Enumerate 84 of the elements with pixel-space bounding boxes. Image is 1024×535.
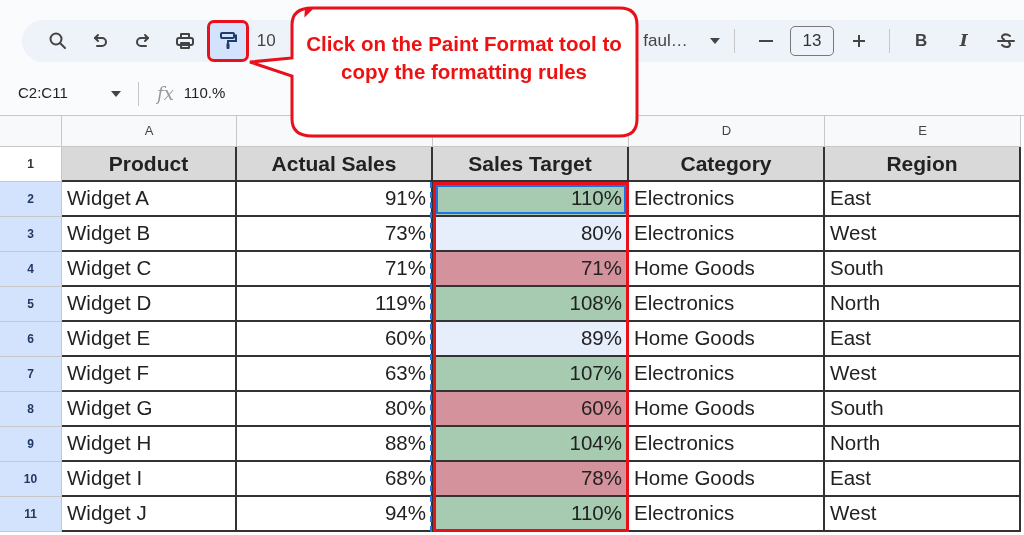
caret-icon[interactable] [708,37,721,45]
paint-format-button[interactable] [210,23,246,59]
table-cell: Electronics [629,287,825,322]
table-cell: West [825,357,1021,392]
table-cell: South [825,392,1021,427]
table-cell: 80% [433,217,629,252]
row-number[interactable]: 3 [0,217,62,252]
table-cell: Home Goods [629,322,825,357]
table-cell: 78% [433,462,629,497]
row-number[interactable]: 11 [0,497,62,532]
table-cell: 119% [237,287,433,322]
caret-icon[interactable] [110,89,122,98]
table-cell: Home Goods [629,462,825,497]
table-cell: Widget D [62,287,237,322]
table-cell: 60% [237,322,433,357]
table-cell: 71% [237,252,433,287]
row-number[interactable]: 8 [0,392,62,427]
plus-icon [850,33,867,49]
table-cell: 89% [433,322,629,357]
fx-label: fx [157,82,174,106]
table-cell: Widget H [62,427,237,462]
column-header[interactable]: A [62,116,237,147]
table-cell: 94% [237,497,433,532]
table-cell: Electronics [629,182,825,217]
table-cell: Home Goods [629,392,825,427]
row-number[interactable]: 10 [0,462,62,497]
table-cell: West [825,217,1021,252]
table-cell: South [825,252,1021,287]
table-cell: Electronics [629,357,825,392]
table-cell: Home Goods [629,252,825,287]
table-cell: Electronics [629,427,825,462]
table-cell: Electronics [629,497,825,532]
print-icon [174,30,197,52]
table-cell: East [825,182,1021,217]
formula-input[interactable]: 110.% [183,82,226,105]
column-header[interactable]: D [629,116,825,147]
header-cell: Region [825,147,1021,182]
table-cell: 80% [237,392,433,427]
row-number[interactable]: 5 [0,287,62,322]
table-cell: Widget I [62,462,237,497]
table-cell: West [825,497,1021,532]
italic-button[interactable]: I [945,23,982,59]
table-cell: 73% [237,217,433,252]
table-cell: East [825,322,1021,357]
minus-icon [758,40,773,42]
table-cell: Widget G [62,392,237,427]
row-number[interactable]: 2 [0,182,62,217]
table-cell: 68% [237,462,433,497]
row-number[interactable]: 4 [0,252,62,287]
row-number[interactable]: 6 [0,322,62,357]
row-number[interactable]: 9 [0,427,62,462]
zoom-value[interactable]: 10 [256,28,276,54]
table-cell: Widget F [62,357,237,392]
table-cell: Widget B [62,217,237,252]
table-cell: Widget E [62,322,237,357]
table-cell: 104% [433,427,629,462]
table-cell: Electronics [629,217,825,252]
header-cell: Sales Target [433,147,629,182]
table-cell: East [825,462,1021,497]
row-number[interactable]: 7 [0,357,62,392]
callout-text: Click on the Paint Format tool to copy the formatting rules [305,31,623,85]
table-cell: Widget C [62,252,237,287]
table-cell: 107% [433,357,629,392]
row-number[interactable]: 1 [0,147,62,182]
table-cell: 60% [433,392,629,427]
font-name[interactable]: faul… [643,28,688,54]
table-cell: 63% [237,357,433,392]
table-cell: 108% [433,287,629,322]
table-cell: North [825,287,1021,322]
font-size-field[interactable]: 13 [790,26,834,56]
table-cell: 71% [433,252,629,287]
paint-roller-icon [217,30,240,52]
table-cell: 88% [237,427,433,462]
strikethrough-icon [996,31,1017,51]
table-cell: Widget A [62,182,237,217]
header-cell: Actual Sales [237,147,433,182]
table-cell: Widget J [62,497,237,532]
table-cell: North [825,427,1021,462]
bold-button[interactable]: B [903,23,939,59]
header-cell: Product [62,147,237,182]
name-box[interactable]: C2:C11 [18,82,110,105]
column-header[interactable]: E [825,116,1021,147]
header-cell: Category [629,147,825,182]
table-cell: 91% [237,182,433,217]
